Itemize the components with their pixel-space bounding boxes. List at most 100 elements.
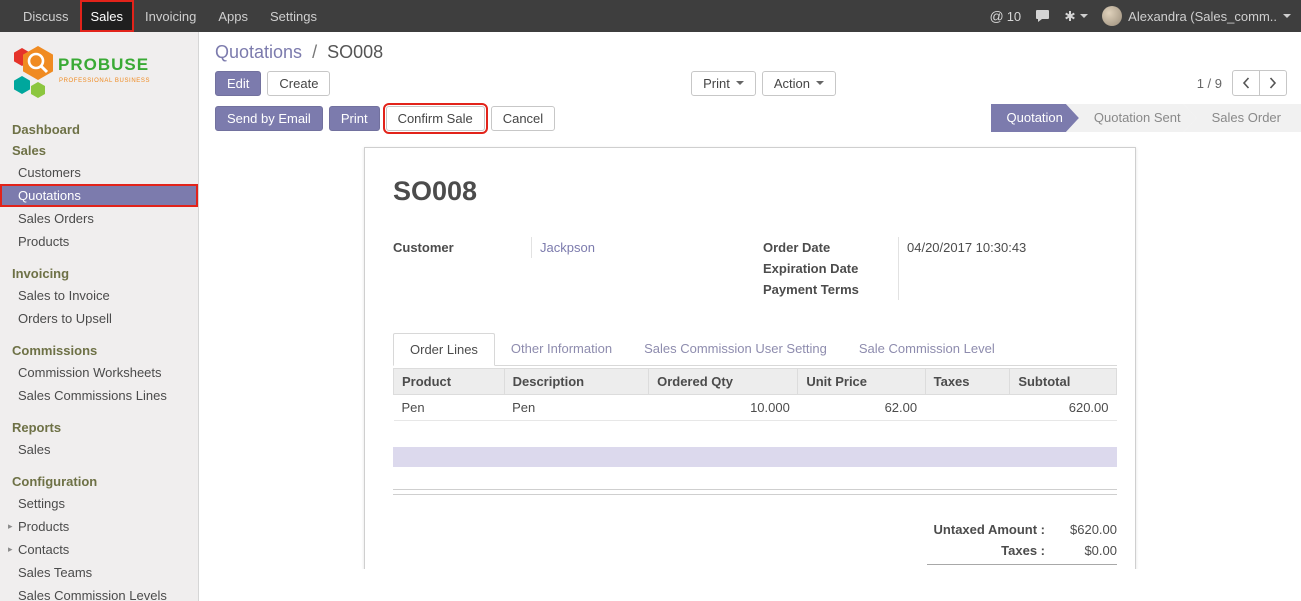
breadcrumb-separator: / bbox=[312, 42, 317, 62]
breadcrumb: Quotations / SO008 bbox=[199, 32, 1301, 65]
main-content: Quotations / SO008 Edit Create Print Act… bbox=[199, 32, 1301, 601]
state-quotation[interactable]: Quotation bbox=[991, 104, 1079, 132]
confirm-sale-button[interactable]: Confirm Sale bbox=[386, 106, 485, 131]
taxes-label: Taxes : bbox=[927, 543, 1045, 558]
sidebar: PROBUSE PROFESSIONAL BUSINESS Dashboard … bbox=[0, 32, 199, 601]
column-header-ordered-qty[interactable]: Ordered Qty bbox=[649, 369, 798, 395]
pager-next-button[interactable] bbox=[1259, 70, 1287, 96]
sidebar-item-products-config[interactable]: ▸ Products bbox=[0, 515, 198, 538]
breadcrumb-quotations-link[interactable]: Quotations bbox=[215, 42, 302, 62]
cancel-button[interactable]: Cancel bbox=[491, 106, 555, 131]
sidebar-item-sales-commission-levels[interactable]: Sales Commission Levels bbox=[0, 584, 198, 601]
column-header-product[interactable]: Product bbox=[394, 369, 505, 395]
sidebar-heading-configuration[interactable]: Configuration bbox=[0, 471, 198, 492]
control-panel-row-2: Send by Email Print Confirm Sale Cancel … bbox=[199, 103, 1301, 133]
sidebar-item-contacts[interactable]: ▸ Contacts bbox=[0, 538, 198, 561]
form-view: SO008 Customer Jackpson Order Date 04/20… bbox=[199, 133, 1301, 569]
topnav-item-settings[interactable]: Settings bbox=[259, 0, 328, 32]
sidebar-item-commission-worksheets[interactable]: Commission Worksheets bbox=[0, 361, 198, 384]
sidebar-item-orders-to-upsell[interactable]: Orders to Upsell bbox=[0, 307, 198, 330]
print-dropdown[interactable]: Print bbox=[691, 71, 756, 96]
avatar bbox=[1102, 6, 1122, 26]
topnav-right: @ 10 Alexandra ( bbox=[989, 0, 1301, 32]
send-by-email-button[interactable]: Send by Email bbox=[215, 106, 323, 131]
chevron-down-icon bbox=[816, 81, 824, 85]
state-sales-order[interactable]: Sales Order bbox=[1184, 104, 1301, 132]
total-row: Total : $620.00 bbox=[927, 564, 1117, 569]
print-button[interactable]: Print bbox=[329, 106, 380, 131]
column-header-description[interactable]: Description bbox=[504, 369, 648, 395]
order-date-value: 04/20/2017 10:30:43 bbox=[898, 237, 1117, 258]
column-header-unit-price[interactable]: Unit Price bbox=[798, 369, 925, 395]
column-header-subtotal[interactable]: Subtotal bbox=[1010, 369, 1117, 395]
order-date-label: Order Date bbox=[763, 237, 898, 258]
topnav-item-invoicing[interactable]: Invoicing bbox=[134, 0, 207, 32]
topnav-item-sales[interactable]: Sales bbox=[80, 0, 135, 32]
sidebar-item-quotations[interactable]: Quotations bbox=[0, 184, 198, 207]
tab-sales-commission-user-setting[interactable]: Sales Commission User Setting bbox=[628, 333, 843, 366]
sidebar-item-sales-commissions-lines[interactable]: Sales Commissions Lines bbox=[0, 384, 198, 407]
topnav-item-discuss[interactable]: Discuss bbox=[12, 0, 80, 32]
form-sheet: SO008 Customer Jackpson Order Date 04/20… bbox=[364, 147, 1136, 569]
edit-button[interactable]: Edit bbox=[215, 71, 261, 96]
sidebar-item-label: Products bbox=[18, 519, 69, 534]
order-line-row[interactable]: Pen Pen 10.000 62.00 620.00 bbox=[394, 395, 1117, 421]
sidebar-item-sales-orders[interactable]: Sales Orders bbox=[0, 207, 198, 230]
chat-bubble-icon bbox=[1035, 9, 1050, 23]
pager-value: 1 / 9 bbox=[1197, 76, 1222, 91]
cell-description: Pen bbox=[504, 395, 648, 421]
expand-caret-icon: ▸ bbox=[8, 521, 13, 532]
debug-icon bbox=[1064, 10, 1076, 22]
mentions-counter[interactable]: @ 10 bbox=[989, 8, 1021, 24]
state-quotation-sent[interactable]: Quotation Sent bbox=[1066, 104, 1197, 132]
chevron-down-icon bbox=[1080, 14, 1088, 18]
sidebar-heading-reports[interactable]: Reports bbox=[0, 417, 198, 438]
table-header-row: Product Description Ordered Qty Unit Pri… bbox=[394, 369, 1117, 395]
column-header-taxes[interactable]: Taxes bbox=[925, 369, 1010, 395]
tab-order-lines[interactable]: Order Lines bbox=[393, 333, 495, 366]
debug-menu[interactable] bbox=[1064, 10, 1088, 22]
chat-icon[interactable] bbox=[1035, 9, 1050, 23]
field-group: Customer Jackpson Order Date 04/20/2017 … bbox=[393, 237, 1117, 300]
create-button[interactable]: Create bbox=[267, 71, 330, 96]
sidebar-heading-commissions[interactable]: Commissions bbox=[0, 340, 198, 361]
sidebar-item-products[interactable]: Products bbox=[0, 230, 198, 253]
field-column-left: Customer Jackpson bbox=[393, 237, 747, 300]
sidebar-item-sales-teams[interactable]: Sales Teams bbox=[0, 561, 198, 584]
logo-title: PROBUSE bbox=[58, 55, 149, 74]
sidebar-item-customers[interactable]: Customers bbox=[0, 161, 198, 184]
cell-product: Pen bbox=[394, 395, 505, 421]
user-name: Alexandra (Sales_comm.. bbox=[1128, 9, 1277, 24]
cell-unit-price: 62.00 bbox=[798, 395, 925, 421]
chevron-left-icon bbox=[1242, 77, 1250, 89]
probuse-logo-image: PROBUSE PROFESSIONAL BUSINESS bbox=[8, 44, 183, 104]
pager-previous-button[interactable] bbox=[1232, 70, 1260, 96]
sidebar-heading-invoicing[interactable]: Invoicing bbox=[0, 263, 198, 284]
expand-caret-icon: ▸ bbox=[8, 544, 13, 555]
action-menus: Print Action bbox=[691, 71, 836, 96]
probuse-logo[interactable]: PROBUSE PROFESSIONAL BUSINESS bbox=[0, 32, 198, 119]
empty-line-strip bbox=[393, 447, 1117, 467]
order-lines-table: Product Description Ordered Qty Unit Pri… bbox=[393, 368, 1117, 421]
notebook-tabs: Order Lines Other Information Sales Comm… bbox=[393, 332, 1117, 366]
field-column-right: Order Date 04/20/2017 10:30:43 Expiratio… bbox=[763, 237, 1117, 300]
record-buttons: Edit Create bbox=[215, 71, 330, 96]
tab-other-information[interactable]: Other Information bbox=[495, 333, 628, 366]
untaxed-amount-row: Untaxed Amount : $620.00 bbox=[927, 519, 1117, 540]
mention-count: 10 bbox=[1007, 9, 1021, 24]
sidebar-item-sales-report[interactable]: Sales bbox=[0, 438, 198, 461]
record-title: SO008 bbox=[393, 176, 1117, 207]
customer-label: Customer bbox=[393, 237, 531, 258]
tab-sale-commission-level[interactable]: Sale Commission Level bbox=[843, 333, 1011, 366]
sidebar-heading-sales[interactable]: Sales bbox=[0, 140, 198, 161]
section-separator bbox=[393, 489, 1117, 495]
sidebar-item-sales-to-invoice[interactable]: Sales to Invoice bbox=[0, 284, 198, 307]
action-dropdown[interactable]: Action bbox=[762, 71, 836, 96]
pager: 1 / 9 bbox=[1197, 70, 1287, 96]
sidebar-heading-dashboard[interactable]: Dashboard bbox=[0, 119, 198, 140]
topnav-item-apps[interactable]: Apps bbox=[207, 0, 259, 32]
sidebar-item-settings[interactable]: Settings bbox=[0, 492, 198, 515]
user-menu[interactable]: Alexandra (Sales_comm.. bbox=[1102, 6, 1291, 26]
untaxed-amount-value: $620.00 bbox=[1045, 522, 1117, 537]
customer-value[interactable]: Jackpson bbox=[531, 237, 747, 258]
